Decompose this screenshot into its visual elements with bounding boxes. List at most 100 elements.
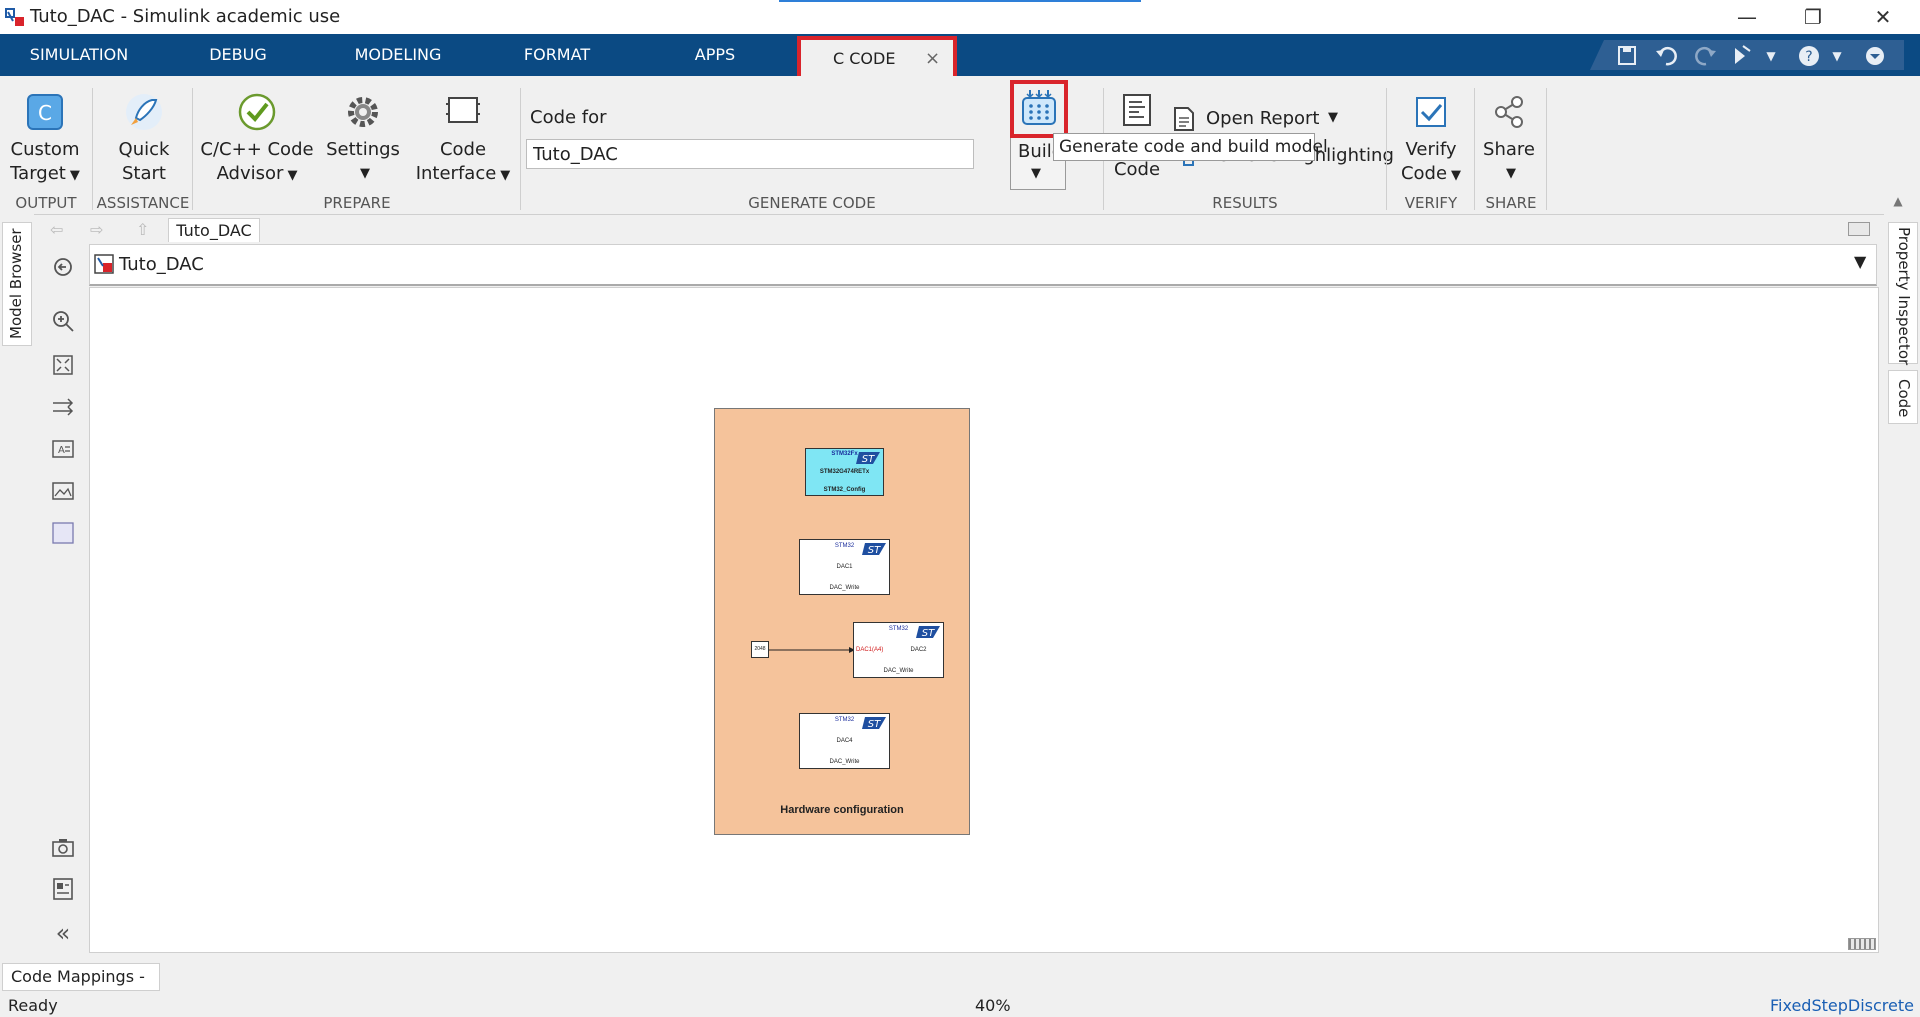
dac4-block-middle: DAC4 (836, 738, 853, 744)
build-button-highlight[interactable] (1010, 80, 1068, 138)
zoom-in-icon[interactable] (50, 308, 76, 334)
model-info-icon[interactable] (50, 876, 76, 902)
svg-text:C: C (38, 101, 52, 125)
annotation-icon[interactable]: A (50, 436, 76, 462)
back-arrow-icon[interactable]: ⇦ (50, 220, 70, 240)
report-icon (1174, 107, 1194, 131)
property-inspector-tab[interactable]: Property Inspector (1888, 222, 1918, 366)
help-icon[interactable]: ? (1794, 42, 1824, 70)
svg-text:ST: ST (922, 628, 935, 639)
address-bar[interactable] (89, 244, 1877, 286)
svg-text:ST: ST (862, 454, 875, 465)
collapse-toolbar-icon[interactable]: « (50, 920, 76, 946)
custom-target-icon: C (27, 94, 63, 130)
section-assistance-label: ASSISTANCE (96, 194, 190, 212)
ribbon-separator (1386, 88, 1387, 210)
tab-modeling[interactable]: MODELING (346, 34, 450, 76)
restore-button[interactable]: ❐ (1778, 0, 1848, 34)
open-report-label: Open Report (1206, 108, 1320, 129)
code-for-input[interactable] (526, 139, 974, 169)
code-advisor-button[interactable]: C/C++ Code Advisor ▼ (198, 92, 316, 188)
address-dropdown-icon[interactable]: ▼ (1854, 252, 1866, 271)
code-interface-button[interactable]: Code Interface ▼ (410, 92, 516, 188)
custom-target-label-2: Target (10, 163, 66, 184)
hide-show-panel-icon[interactable] (50, 254, 76, 280)
tab-debug[interactable]: DEBUG (196, 34, 280, 76)
status-text: Ready (8, 996, 58, 1015)
code-mappings-tab[interactable]: Code Mappings - C (2, 963, 160, 1012)
area-icon[interactable] (50, 520, 76, 546)
code-interface-icon (446, 97, 480, 123)
close-window-button[interactable]: ✕ (1848, 0, 1918, 34)
help-dropdown-caret[interactable]: ▼ (1822, 42, 1852, 70)
dac1-block[interactable]: STM32 DAC1 DAC_Write ST (799, 539, 890, 595)
canvas-resize-icon[interactable] (1848, 938, 1876, 950)
svg-text:ST: ST (868, 719, 881, 730)
dac2-block[interactable]: STM32 DAC1(A4) DAC2 DAC_Write ST (853, 622, 944, 678)
tab-format[interactable]: FORMAT (515, 34, 599, 76)
constant-block[interactable]: 2048 (751, 641, 769, 658)
run-dropdown-caret[interactable]: ▼ (1756, 42, 1786, 70)
fit-to-view-icon[interactable] (50, 352, 76, 378)
svg-text:?: ? (1805, 49, 1812, 65)
model-canvas[interactable] (89, 287, 1879, 953)
share-caret: ▼ (1506, 166, 1516, 181)
verify-code-label-2: Code (1400, 163, 1448, 184)
zoom-level: 40% (975, 996, 1011, 1015)
build-caret: ▼ (1031, 166, 1041, 181)
ribbon-separator (92, 88, 93, 210)
model-browser-tab[interactable]: Model Browser (2, 222, 32, 346)
section-results-label: RESULTS (1212, 194, 1278, 212)
code-for-label: Code for (530, 107, 607, 128)
section-share-label: SHARE (1485, 194, 1537, 212)
undo-icon[interactable] (1652, 42, 1682, 70)
svg-text:A: A (58, 445, 65, 456)
check-circle-icon (238, 93, 276, 131)
quick-start-label-2: Start (122, 163, 166, 184)
code-advisor-label-1: C/C++ Code (200, 139, 314, 160)
verify-code-button[interactable]: Verify Code ▼ (1392, 92, 1470, 188)
forward-arrow-icon[interactable]: ⇨ (90, 220, 110, 240)
code-panel-tab[interactable]: Code (1888, 370, 1918, 424)
title-progress-line (779, 0, 1141, 2)
stm32-config-block[interactable]: STM32Fx STM32G474RETx STM32_Config ST (805, 448, 884, 496)
camera-icon[interactable] (50, 834, 76, 860)
redo-icon[interactable] (1690, 42, 1720, 70)
verify-code-caret: ▼ (1451, 168, 1462, 183)
ribbon-separator (1546, 88, 1547, 210)
custom-target-button[interactable]: C Custom Target ▼ (6, 92, 84, 188)
settings-caret: ▼ (360, 166, 370, 181)
more-icon[interactable] (1860, 42, 1890, 70)
up-arrow-icon[interactable]: ⇧ (136, 220, 156, 240)
save-icon[interactable] (1612, 42, 1642, 70)
custom-target-caret: ▼ (69, 168, 80, 183)
image-icon[interactable] (50, 478, 76, 504)
run-icon[interactable] (1728, 42, 1758, 70)
open-report-button[interactable]: Open Report (1172, 104, 1319, 134)
custom-target-label-1: Custom (10, 139, 80, 160)
quick-start-button[interactable]: Quick Start (104, 92, 184, 186)
tab-apps[interactable]: APPS (680, 34, 750, 76)
open-report-caret[interactable]: ▼ (1328, 106, 1338, 130)
section-verify-label: VERIFY (1404, 194, 1458, 212)
signal-line[interactable] (769, 644, 855, 656)
close-tab-icon[interactable]: × (925, 40, 940, 78)
tab-simulation[interactable]: SIMULATION (20, 34, 138, 76)
settings-button[interactable]: Settings ▼ (324, 92, 402, 186)
collapse-ribbon-icon[interactable]: ▲ (1888, 194, 1908, 208)
share-button[interactable]: Share ▼ (1478, 92, 1540, 186)
minimize-button[interactable]: — (1712, 0, 1782, 34)
simulink-app-icon (5, 8, 24, 26)
property-inspector-label: Property Inspector (1895, 227, 1913, 366)
signal-lines-icon[interactable] (50, 394, 76, 420)
verify-code-label-1: Verify (1405, 139, 1457, 160)
dac1-block-middle: DAC1 (836, 564, 853, 570)
solver-link[interactable]: FixedStepDiscrete (1770, 996, 1914, 1015)
st-logo-icon: ST (856, 452, 880, 465)
dac4-block[interactable]: STM32 DAC4 DAC_Write ST (799, 713, 890, 769)
ribbon-separator (520, 88, 521, 210)
keyboard-icon[interactable] (1848, 222, 1870, 236)
breadcrumb-tab[interactable]: Tuto_DAC (168, 218, 260, 242)
code-interface-label-2: Interface (415, 163, 497, 184)
quick-start-label-1: Quick (118, 139, 170, 160)
